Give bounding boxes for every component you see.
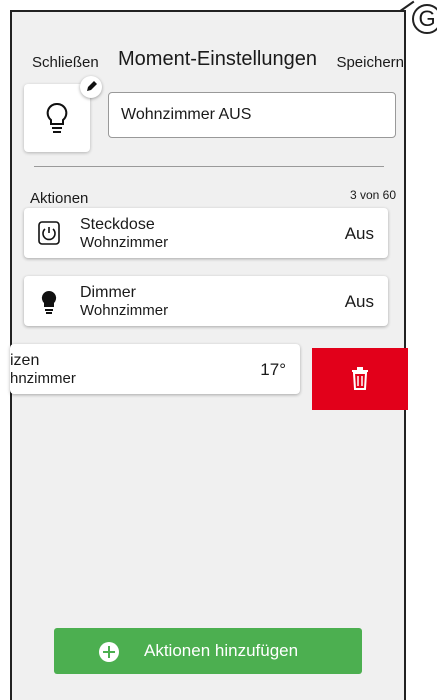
actions-count: 3 von 60: [349, 188, 396, 202]
power-socket-icon: [38, 221, 60, 245]
close-button[interactable]: Schließen: [32, 54, 99, 71]
action-room: Wohnzimmer: [80, 302, 169, 319]
add-actions-button[interactable]: Aktionen hinzufügen: [54, 628, 362, 674]
action-room: Wohnzimmer: [80, 234, 169, 251]
actions-heading: Aktionen: [30, 190, 89, 207]
action-value: 17°: [260, 360, 286, 379]
header: Schließen Moment-Einstellungen Speichern: [12, 36, 408, 71]
edit-icon-button[interactable]: [80, 76, 102, 98]
trash-icon: [352, 367, 368, 390]
action-room: hnzimmer: [10, 370, 76, 387]
action-card-dimmer[interactable]: Dimmer Wohnzimmer Aus: [24, 276, 388, 326]
action-card-steckdose[interactable]: Steckdose Wohnzimmer Aus: [24, 208, 388, 258]
plus-circle-icon: [99, 642, 119, 662]
lightbulb-filled-icon: [41, 290, 57, 314]
page-title: Moment-Einstellungen: [118, 48, 317, 70]
action-value: Aus: [344, 224, 374, 243]
moment-name-input[interactable]: Wohnzimmer AUS: [108, 92, 396, 138]
divider: [34, 166, 384, 167]
callout-label: G: [412, 4, 437, 34]
phone-frame: Schließen Moment-Einstellungen Speichern…: [10, 10, 408, 700]
action-value: Aus: [344, 292, 374, 311]
action-name: Dimmer: [80, 284, 136, 301]
action-name: izen: [10, 352, 40, 369]
pencil-icon: [87, 81, 97, 91]
save-button[interactable]: Speichern: [336, 54, 404, 71]
add-actions-label: Aktionen hinzufügen: [144, 641, 299, 660]
action-name: Steckdose: [80, 216, 155, 233]
delete-action-button[interactable]: [312, 348, 408, 410]
action-card-heizen-swiped[interactable]: izen hnzimmer 17°: [10, 344, 300, 394]
